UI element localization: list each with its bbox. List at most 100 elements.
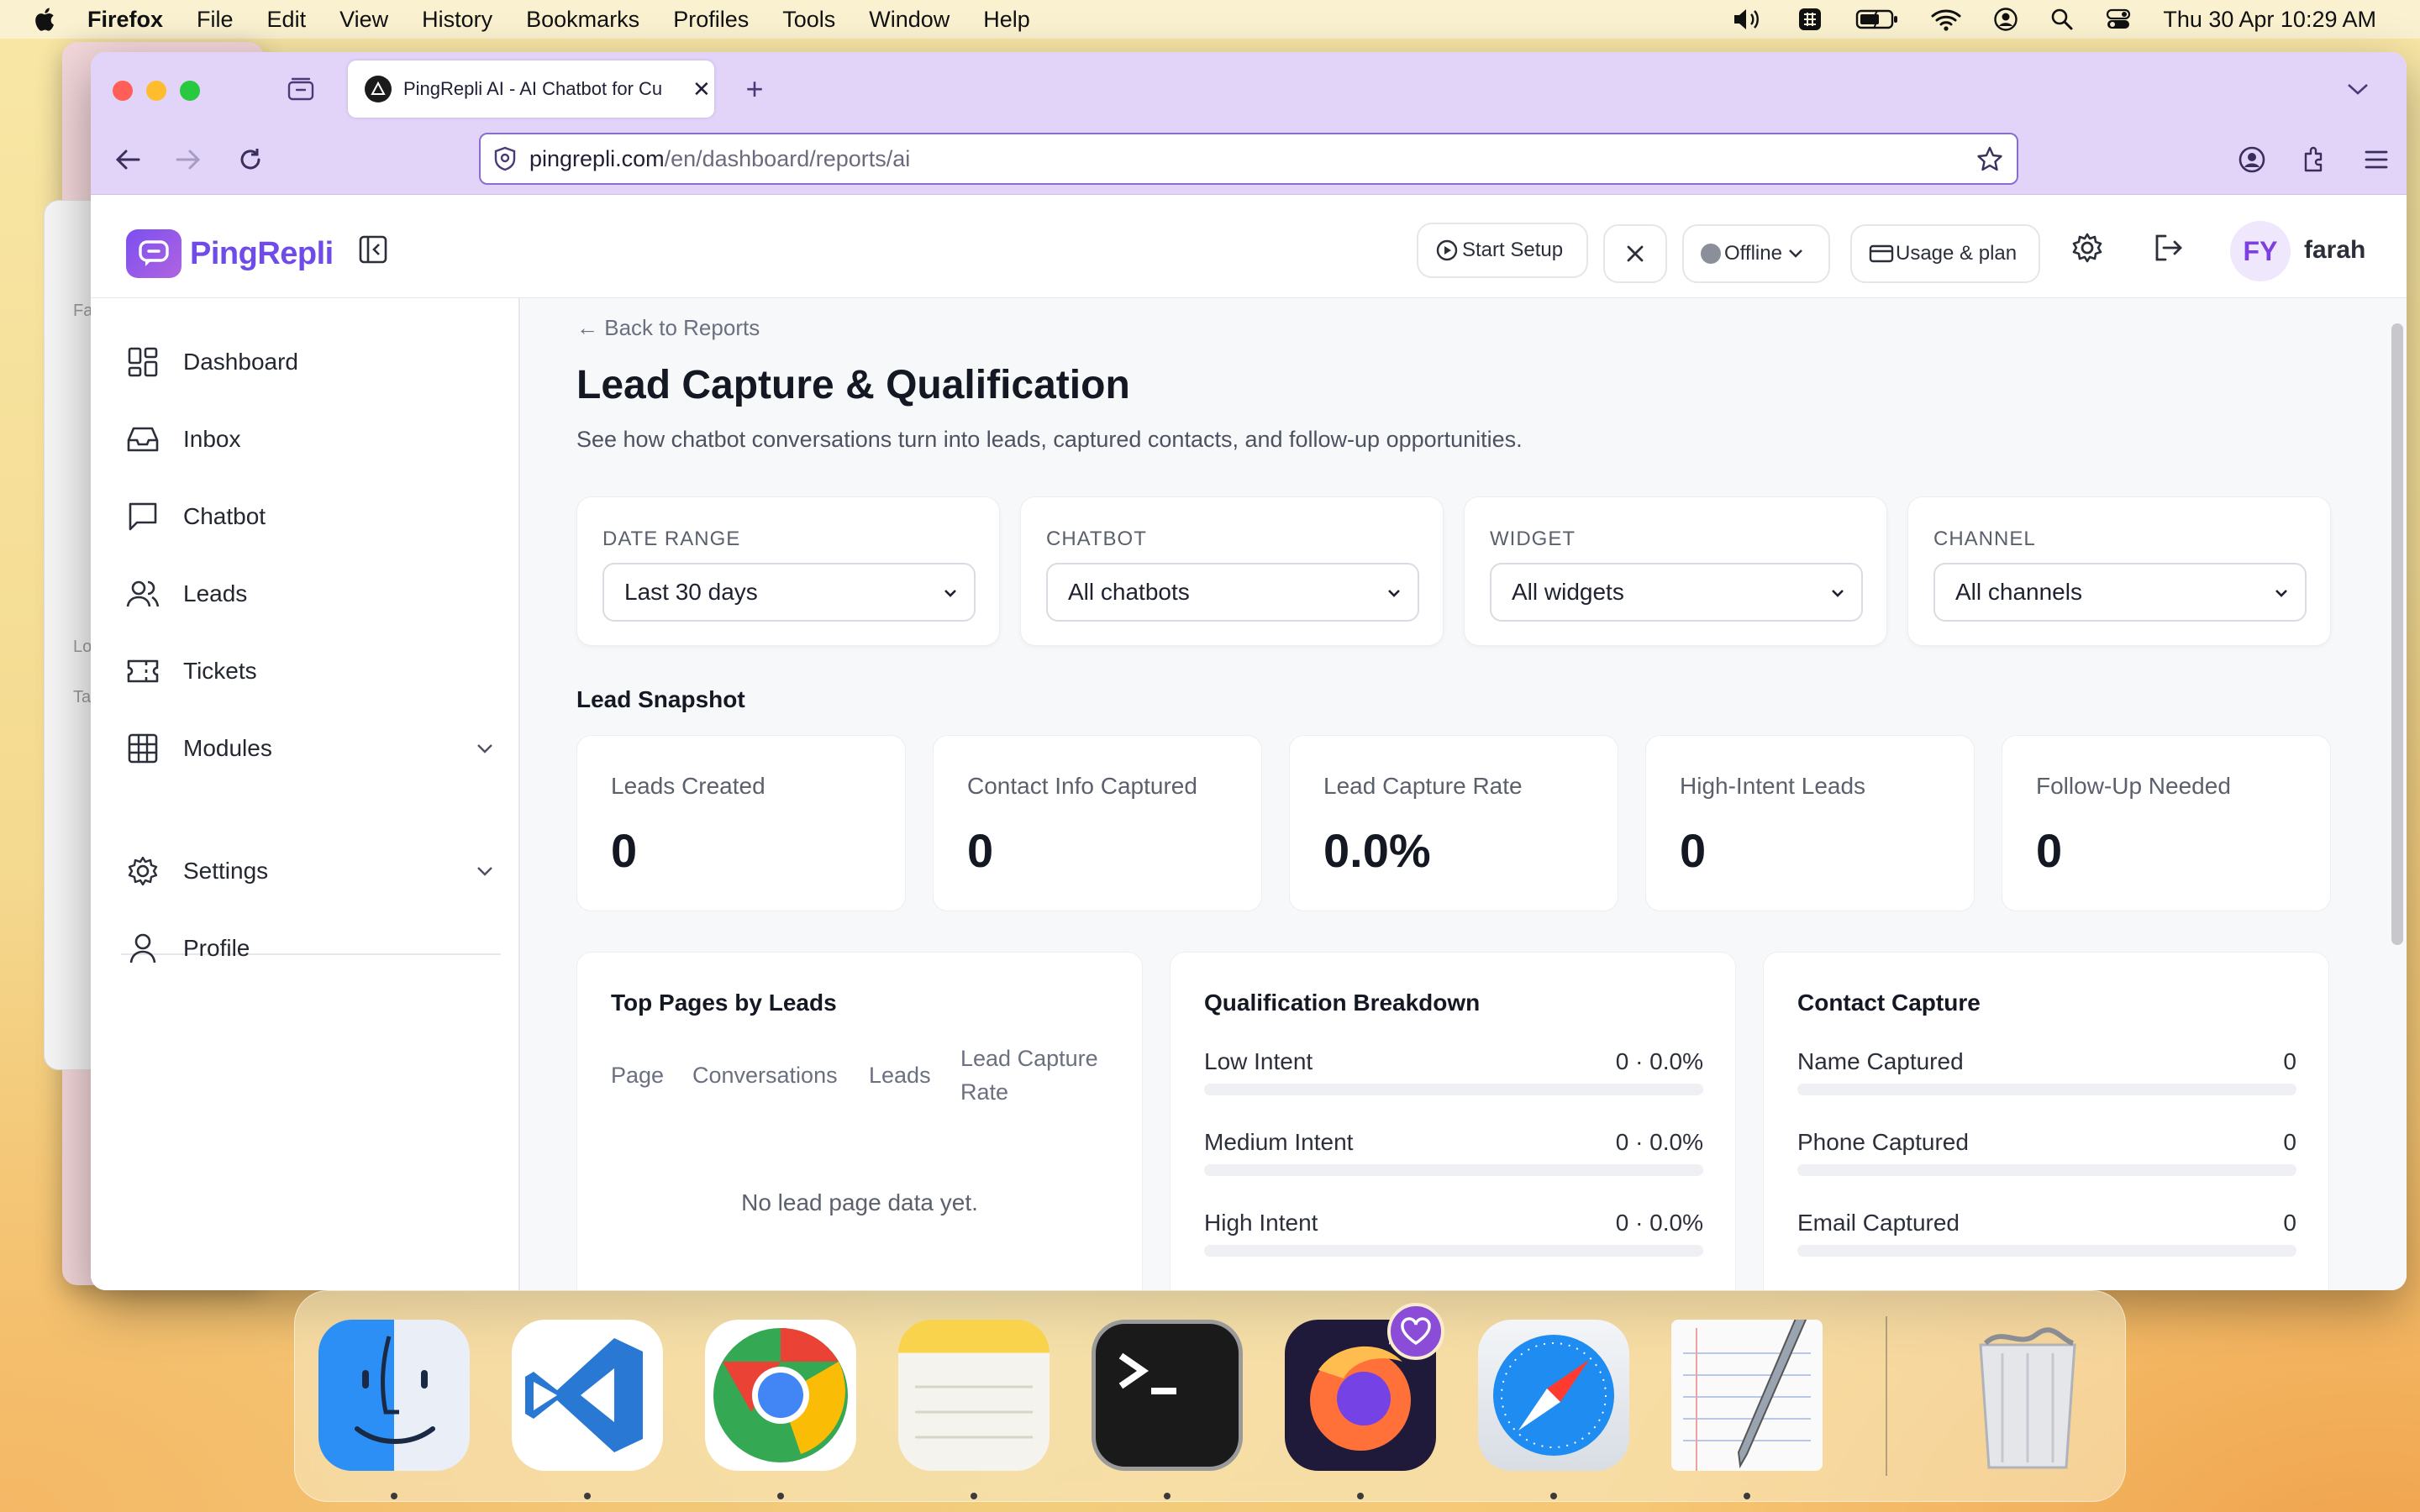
settings-gear-icon[interactable] [2070, 231, 2104, 265]
battery-icon[interactable] [1855, 8, 1899, 31]
logout-icon[interactable] [2151, 231, 2185, 265]
finder-icon[interactable] [318, 1320, 470, 1471]
filter-date-range: DATE RANGE Last 30 days [576, 496, 1000, 646]
usage-plan-button[interactable]: Usage & plan [1850, 224, 2040, 283]
user-account-icon[interactable] [1993, 7, 2018, 32]
minimize-window-button[interactable] [146, 81, 166, 101]
start-setup-button[interactable]: Start Setup [1417, 223, 1588, 278]
filter-label: WIDGET [1490, 528, 1576, 550]
running-indicator [971, 1493, 977, 1499]
stat-value: 0 [2036, 824, 2063, 877]
running-indicator [391, 1493, 397, 1499]
column-header-leads[interactable]: Leads [869, 1058, 931, 1092]
terminal-icon[interactable] [1092, 1320, 1243, 1471]
row-label: High Intent [1204, 1210, 1318, 1236]
dismiss-setup-button[interactable] [1603, 224, 1667, 283]
control-center-icon[interactable] [2106, 8, 2131, 31]
account-icon[interactable] [2235, 143, 2269, 176]
sidebar-item-dashboard[interactable]: Dashboard [124, 337, 494, 387]
extensions-icon[interactable] [2297, 143, 2331, 176]
menu-view[interactable]: View [339, 7, 388, 33]
notes-icon[interactable] [898, 1320, 1050, 1471]
column-header-page[interactable]: Page [611, 1058, 664, 1092]
list-tabs-icon[interactable] [2341, 72, 2375, 106]
forward-arrow-icon[interactable] [171, 143, 205, 176]
close-tab-icon[interactable]: ✕ [692, 76, 711, 102]
zoom-window-button[interactable] [180, 81, 200, 101]
safari-icon[interactable] [1478, 1320, 1629, 1471]
filter-chatbot: CHATBOT All chatbots [1020, 496, 1444, 646]
new-tab-icon[interactable]: + [738, 71, 771, 106]
column-header-capture-rate[interactable]: Lead Capture Rate [960, 1042, 1120, 1109]
sidebar-item-leads[interactable]: Leads [124, 569, 494, 619]
wifi-icon[interactable] [1931, 8, 1961, 31]
spotlight-search-icon[interactable] [2050, 8, 2074, 31]
chrome-icon[interactable] [705, 1320, 856, 1471]
app-header: PingRepli Start Setup Offline Usage & pl… [91, 196, 2407, 298]
top-pages-panel: Top Pages by Leads Page Conversations Le… [576, 952, 1143, 1290]
chevron-down-icon [944, 590, 956, 597]
widget-select[interactable]: All widgets [1490, 563, 1863, 622]
chevron-down-icon[interactable] [476, 743, 494, 754]
reload-icon[interactable] [234, 143, 267, 176]
hamburger-menu-icon[interactable] [2360, 143, 2393, 176]
scrollbar[interactable] [2391, 323, 2403, 945]
volume-icon[interactable] [1731, 7, 1765, 32]
empty-state-text: No lead page data yet. [741, 1189, 978, 1215]
tracking-shield-icon[interactable] [492, 145, 518, 172]
sidebar-item-chatbot[interactable]: Chatbot [124, 491, 494, 542]
sidebar-item-tickets[interactable]: Tickets [124, 646, 494, 696]
channel-select[interactable]: All channels [1933, 563, 2307, 622]
chevron-down-icon [1832, 590, 1844, 597]
date-range-select[interactable]: Last 30 days [602, 563, 976, 622]
menu-tools[interactable]: Tools [782, 7, 835, 33]
trash-icon[interactable] [1952, 1320, 2103, 1471]
site-favicon-icon [365, 76, 392, 102]
menu-edit[interactable]: Edit [267, 7, 307, 33]
back-arrow-icon[interactable] [111, 143, 145, 176]
menu-help[interactable]: Help [983, 7, 1030, 33]
keyboard-icon[interactable] [1797, 6, 1823, 33]
column-header-conversations[interactable]: Conversations [692, 1058, 838, 1092]
tab-groups-icon[interactable] [284, 72, 318, 106]
usage-plan-label: Usage & plan [1896, 242, 2018, 265]
stat-card-high-intent: High-Intent Leads 0 [1645, 735, 1975, 911]
status-dropdown[interactable]: Offline [1682, 224, 1830, 283]
menu-profiles[interactable]: Profiles [673, 7, 749, 33]
menu-file[interactable]: File [197, 7, 234, 33]
stat-label: Lead Capture Rate [1323, 773, 1523, 799]
collapse-sidebar-icon[interactable] [356, 233, 390, 266]
url-bar[interactable]: pingrepli.com/en/dashboard/reports/ai [479, 133, 2018, 185]
row-value: 0 · 0.0% [1615, 1048, 1703, 1074]
row-value: 0 · 0.0% [1615, 1129, 1703, 1155]
bookmark-star-icon[interactable] [1976, 145, 2003, 172]
tab-title: PingRepli AI - AI Chatbot for Cu [403, 78, 663, 99]
chevron-down-icon[interactable] [476, 865, 494, 877]
menu-window[interactable]: Window [869, 7, 950, 33]
menu-bookmarks[interactable]: Bookmarks [526, 7, 639, 33]
sidebar-item-modules[interactable]: Modules [124, 723, 494, 774]
close-window-button[interactable] [113, 81, 133, 101]
credit-card-icon [1869, 244, 1894, 263]
brand-logo[interactable]: PingRepli [126, 229, 334, 278]
chatbot-select[interactable]: All chatbots [1046, 563, 1419, 622]
play-circle-icon [1436, 239, 1458, 261]
user-avatar[interactable]: FY [2230, 221, 2291, 281]
url-host: pingrepli.com [529, 145, 665, 171]
tab-active[interactable]: PingRepli AI - AI Chatbot for Cu ✕ [348, 60, 714, 118]
vscode-icon[interactable] [512, 1320, 663, 1471]
back-to-reports-link[interactable]: ← Back to Reports [576, 315, 760, 341]
apple-icon[interactable] [32, 6, 55, 33]
filter-label: CHANNEL [1933, 528, 2036, 550]
lead-snapshot-heading: Lead Snapshot [576, 686, 745, 712]
menu-app-name[interactable]: Firefox [87, 7, 163, 33]
textedit-icon[interactable] [1671, 1313, 1823, 1471]
sidebar-item-profile[interactable]: Profile [124, 923, 494, 974]
panel-title: Top Pages by Leads [611, 990, 837, 1016]
sidebar-item-settings[interactable]: Settings [124, 846, 494, 896]
gear-icon [124, 853, 161, 890]
menubar-clock[interactable]: Thu 30 Apr 10:29 AM [2163, 7, 2376, 33]
username[interactable]: farah [2304, 236, 2365, 265]
menu-history[interactable]: History [422, 7, 492, 33]
sidebar-item-inbox[interactable]: Inbox [124, 414, 494, 465]
